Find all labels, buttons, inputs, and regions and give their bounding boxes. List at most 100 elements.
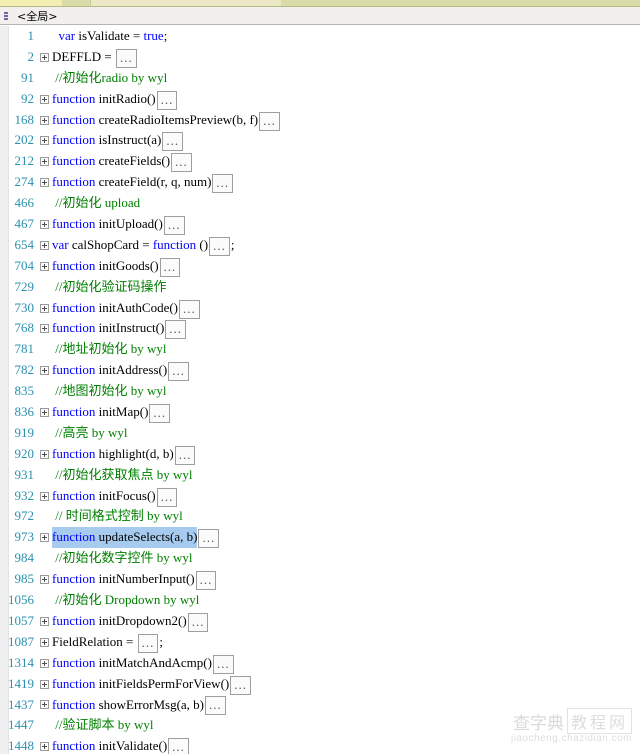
- code-line[interactable]: 768 function initInstruct()...: [0, 318, 640, 340]
- code-text[interactable]: function initRadio()...: [51, 89, 178, 110]
- expand-plus-icon[interactable]: [38, 151, 51, 172]
- collapsed-block-chip[interactable]: ...: [163, 215, 185, 235]
- code-text[interactable]: function initDropdown2()...: [51, 611, 209, 632]
- code-text[interactable]: FieldRelation = ...;: [51, 632, 163, 653]
- code-line[interactable]: 730 function initAuthCode()...: [0, 298, 640, 319]
- expand-plus-icon[interactable]: [38, 611, 51, 632]
- collapsed-block-chip[interactable]: ...: [168, 738, 189, 754]
- code-line[interactable]: 781 //地址初始化 by wyl: [0, 339, 640, 360]
- code-text[interactable]: function initAddress()...: [51, 360, 190, 382]
- code-line[interactable]: 91 //初始化radio by wyl: [0, 68, 640, 89]
- expand-plus-icon[interactable]: [38, 318, 51, 339]
- code-text[interactable]: function initUpload()...: [51, 214, 186, 235]
- expand-plus-icon[interactable]: [38, 214, 51, 235]
- collapsed-block-chip[interactable]: ...: [162, 132, 184, 152]
- code-text[interactable]: function highlight(d, b)...: [51, 444, 196, 465]
- code-text[interactable]: //验证脚本 by wyl: [51, 715, 153, 736]
- expand-plus-icon[interactable]: [38, 674, 51, 695]
- code-text[interactable]: function initFocus()...: [51, 486, 178, 507]
- expand-plus-icon[interactable]: [38, 444, 51, 465]
- collapsed-block-chip[interactable]: ...: [205, 696, 226, 716]
- code-text[interactable]: function initValidate()...: [51, 736, 190, 754]
- code-text[interactable]: //地址初始化 by wyl: [51, 339, 166, 360]
- code-line[interactable]: 973 function updateSelects(a, b)...: [0, 527, 640, 549]
- code-editor-surface[interactable]: 1 var isValidate = true; 2 DEFFLD = ... 91 …: [0, 26, 640, 754]
- collapsed-block-chip[interactable]: ...: [198, 529, 220, 549]
- code-line[interactable]: 920 function highlight(d, b)...: [0, 444, 640, 465]
- collapsed-block-chip[interactable]: ...: [209, 236, 230, 256]
- code-line[interactable]: 212 function createFields()...: [0, 151, 640, 173]
- collapsed-block-chip[interactable]: ...: [171, 153, 192, 173]
- expand-plus-icon[interactable]: [38, 402, 51, 423]
- code-text[interactable]: //初始化 Dropdown by wyl: [51, 590, 199, 611]
- code-line[interactable]: 1056 //初始化 Dropdown by wyl: [0, 590, 640, 611]
- collapsed-block-chip[interactable]: ...: [159, 257, 181, 277]
- code-text[interactable]: //初始化获取焦点 by wyl: [51, 465, 192, 486]
- code-text[interactable]: function createField(r, q, num)...: [51, 172, 234, 194]
- expand-plus-icon[interactable]: [38, 527, 51, 548]
- collapsed-block-chip[interactable]: ...: [137, 633, 159, 653]
- code-text[interactable]: function initInstruct()...: [51, 318, 187, 340]
- code-line[interactable]: 919 //高亮 by wyl: [0, 423, 640, 444]
- code-text[interactable]: //初始化验证码操作: [51, 277, 166, 298]
- code-text[interactable]: function initAuthCode()...: [51, 298, 201, 319]
- collapsed-block-chip[interactable]: ...: [156, 487, 178, 507]
- code-text[interactable]: function createFields()...: [51, 151, 193, 173]
- collapsed-block-chip[interactable]: ...: [212, 174, 234, 194]
- collapsed-block-chip[interactable]: ...: [174, 445, 196, 465]
- expand-plus-icon[interactable]: [38, 569, 51, 590]
- toolbar-strip[interactable]: [0, 0, 640, 7]
- code-line[interactable]: 932 function initFocus()...: [0, 486, 640, 507]
- code-line[interactable]: 984 //初始化数字控件 by wyl: [0, 548, 640, 569]
- code-line[interactable]: 1 var isValidate = true;: [0, 26, 640, 47]
- collapsed-block-chip[interactable]: ...: [187, 612, 209, 632]
- collapsed-block-chip[interactable]: ...: [259, 111, 280, 131]
- code-line[interactable]: 704 function initGoods()...: [0, 256, 640, 277]
- code-text[interactable]: //地图初始化 by wyl: [51, 381, 166, 402]
- code-line[interactable]: 1419 function initFieldsPermForView()...: [0, 674, 640, 695]
- collapsed-block-chip[interactable]: ...: [230, 675, 251, 695]
- code-text[interactable]: //初始化radio by wyl: [51, 68, 167, 89]
- expand-plus-icon[interactable]: [38, 130, 51, 151]
- code-text[interactable]: var isValidate = true;: [51, 26, 168, 47]
- toolbar-segment-middle[interactable]: [90, 0, 281, 6]
- expand-plus-icon[interactable]: [38, 736, 51, 754]
- collapsed-block-chip[interactable]: ...: [165, 320, 187, 340]
- code-line[interactable]: 985 function initNumberInput()...: [0, 569, 640, 591]
- code-line[interactable]: 1447 //验证脚本 by wyl: [0, 715, 640, 736]
- code-line[interactable]: 92 function initRadio()...: [0, 89, 640, 110]
- expand-plus-icon[interactable]: [38, 298, 51, 319]
- scope-dropdown-label[interactable]: <全局>: [17, 8, 57, 24]
- expand-plus-icon[interactable]: [38, 47, 51, 68]
- code-line[interactable]: 2 DEFFLD = ...: [0, 47, 640, 68]
- code-text[interactable]: function updateSelects(a, b)...: [51, 527, 220, 549]
- code-text[interactable]: var calShopCard = function ()...;: [51, 235, 234, 256]
- expand-plus-icon[interactable]: [38, 632, 51, 653]
- collapsed-block-chip[interactable]: ...: [115, 48, 137, 68]
- code-line[interactable]: 467 function initUpload()...: [0, 214, 640, 235]
- code-line[interactable]: 835 //地图初始化 by wyl: [0, 381, 640, 402]
- code-text[interactable]: function initNumberInput()...: [51, 569, 217, 591]
- collapsed-block-chip[interactable]: ...: [212, 654, 234, 674]
- code-text[interactable]: function createRadioItemsPreview(b, f)..…: [51, 110, 281, 131]
- code-line[interactable]: 1314 function initMatchAndAcmp()...: [0, 653, 640, 674]
- code-text[interactable]: function initGoods()...: [51, 256, 181, 277]
- code-text[interactable]: //高亮 by wyl: [51, 423, 127, 444]
- code-text[interactable]: function isInstruct(a)...: [51, 130, 184, 152]
- code-line[interactable]: 274 function createField(r, q, num)...: [0, 172, 640, 194]
- code-line[interactable]: 1448 function initValidate()...: [0, 736, 640, 754]
- expand-plus-icon[interactable]: [38, 653, 51, 674]
- code-text[interactable]: function initMap()...: [51, 402, 171, 423]
- code-text[interactable]: //初始化 upload: [51, 193, 140, 214]
- code-line[interactable]: 202 function isInstruct(a)...: [0, 130, 640, 152]
- code-line[interactable]: 836 function initMap()...: [0, 402, 640, 423]
- code-text[interactable]: DEFFLD = ...: [51, 47, 138, 68]
- code-line[interactable]: 654 var calShopCard = function ()...;: [0, 235, 640, 256]
- code-line[interactable]: 168 function createRadioItemsPreview(b, f…: [0, 110, 640, 131]
- collapsed-block-chip[interactable]: ...: [149, 403, 171, 423]
- expand-plus-icon[interactable]: [38, 172, 51, 193]
- code-text[interactable]: function initMatchAndAcmp()...: [51, 653, 235, 674]
- toolbar-segment-left[interactable]: [0, 0, 62, 6]
- code-line[interactable]: 729 //初始化验证码操作: [0, 277, 640, 298]
- expand-plus-icon[interactable]: [38, 486, 51, 507]
